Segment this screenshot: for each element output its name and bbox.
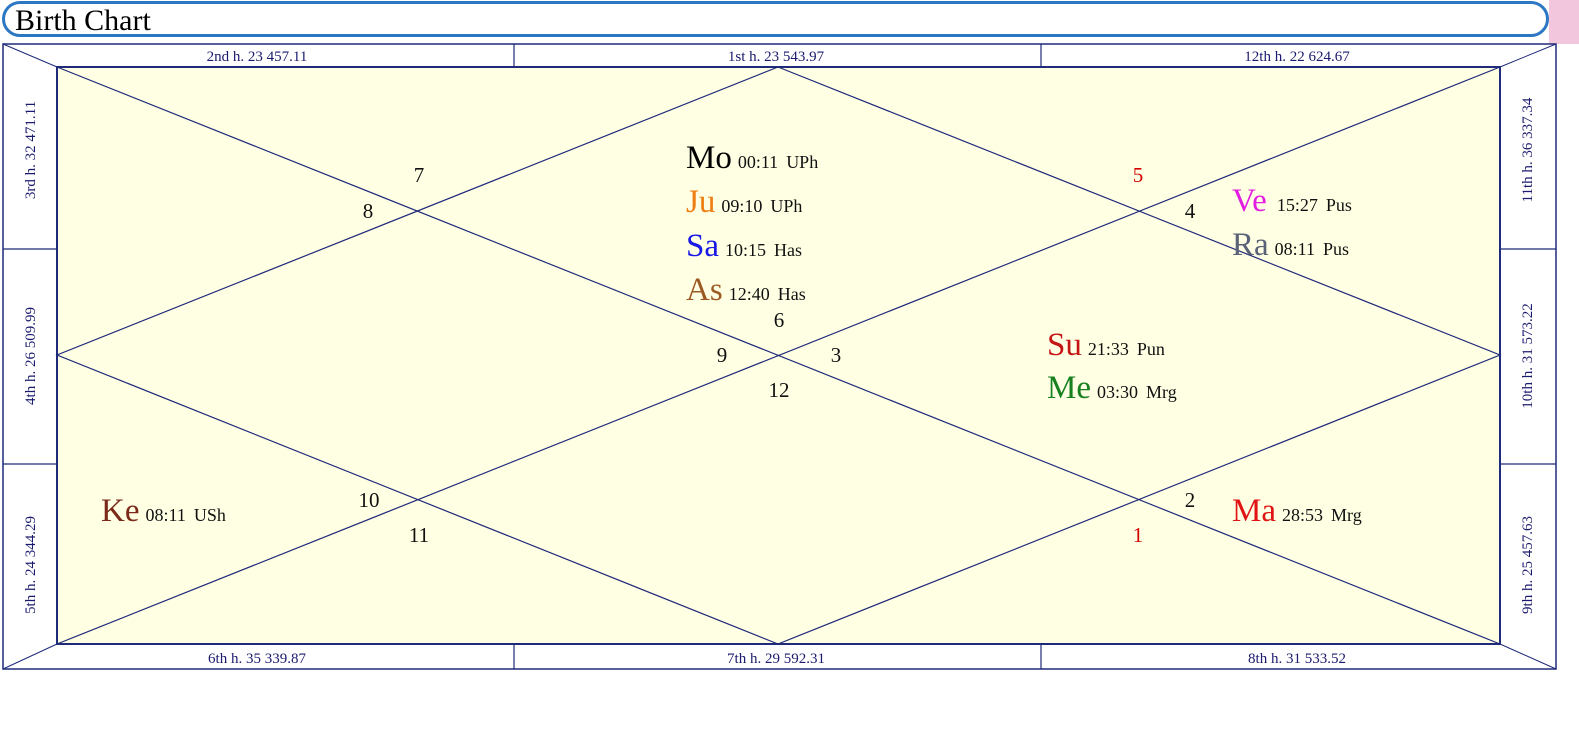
edge-label-top-1: 2nd h. 23 457.11 [207,49,308,65]
edge-label-left-3: 5th h. 24 344.29 [23,516,39,614]
planet-nakshatra-me: Mrg [1146,382,1177,402]
planet-abbr-mo: Mo [686,140,732,176]
planet-nakshatra-su: Pun [1137,339,1165,359]
house-number-7: 7 [414,163,425,187]
edge-label-bottom-2: 7th h. 29 592.31 [727,651,825,667]
planet-degree-as: 12:40 [729,284,770,304]
house-number-11: 11 [409,523,429,547]
house-number-5: 5 [1133,163,1144,187]
planet-abbr-ju: Ju [686,184,715,220]
planet-degree-ve: 15:27 [1277,195,1318,215]
planet-abbr-me: Me [1047,370,1091,406]
planet-degree-mo: 00:11 [738,152,778,172]
planet-nakshatra-as: Has [778,284,806,304]
planet-nakshatra-ra: Pus [1323,239,1349,259]
planet-degree-ju: 09:10 [721,196,762,216]
edge-label-left-1: 3rd h. 32 471.11 [23,101,39,199]
planet-degree-ra: 08:11 [1275,239,1315,259]
edge-label-top-3: 12th h. 22 624.67 [1244,49,1350,65]
planet-abbr-ma: Ma [1232,493,1276,529]
planet-nakshatra-ke: USh [194,505,226,525]
planet-degree-su: 21:33 [1088,339,1129,359]
planet-abbr-as: As [686,272,723,308]
planet-degree-sa: 10:15 [725,240,766,260]
planet-nakshatra-mo: UPh [786,152,818,172]
house-number-2: 2 [1185,488,1196,512]
planet-nakshatra-ve: Pus [1326,195,1352,215]
edge-label-left-2: 4th h. 26 509.99 [23,307,39,405]
planet-degree-me: 03:30 [1097,382,1138,402]
edge-label-right-3: 9th h. 25 457.63 [1520,516,1536,614]
planet-abbr-su: Su [1047,327,1082,363]
edge-label-bottom-1: 6th h. 35 339.87 [208,651,306,667]
house-number-1: 1 [1133,523,1144,547]
planet-degree-ke: 08:11 [145,505,185,525]
edge-label-right-1: 11th h. 36 337.34 [1520,97,1536,202]
planet-abbr-sa: Sa [686,228,719,264]
edge-label-top-2: 1st h. 23 543.97 [728,49,825,65]
house-number-4: 4 [1185,199,1196,223]
planet-degree-ma: 28:53 [1282,505,1323,525]
planet-abbr-ve: Ve [1232,183,1267,219]
planet-nakshatra-ju: UPh [770,196,802,216]
planet-nakshatra-ma: Mrg [1331,505,1362,525]
planet-nakshatra-sa: Has [774,240,802,260]
edge-label-right-2: 10th h. 31 573.22 [1520,303,1536,408]
house-number-10: 10 [359,488,380,512]
birth-chart: 2nd h. 23 457.11 1st h. 23 543.97 12th h… [2,43,1557,670]
planet-abbr-ke: Ke [101,493,139,529]
house-number-8: 8 [363,199,374,223]
house-number-12: 12 [769,378,790,402]
house-number-3: 3 [831,343,842,367]
planet-abbr-ra: Ra [1232,227,1269,263]
house-number-9: 9 [717,343,728,367]
house-number-6: 6 [774,308,785,332]
edge-label-bottom-3: 8th h. 31 533.52 [1248,651,1346,667]
